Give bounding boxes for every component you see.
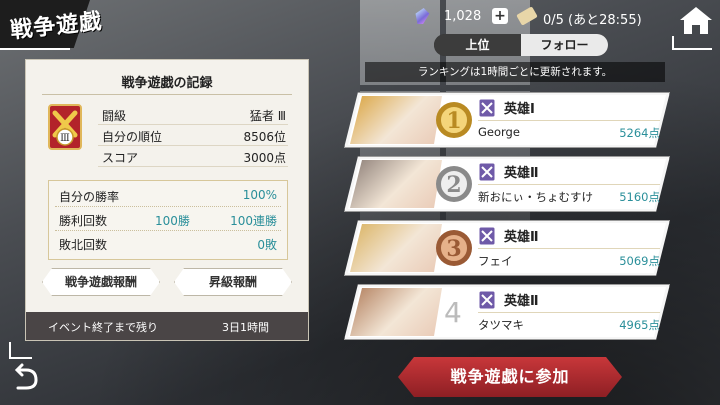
svg-text:3: 3 (446, 236, 461, 262)
score-label: スコア (102, 151, 139, 165)
player-portrait (350, 224, 442, 272)
player-name: George (478, 125, 520, 139)
class-label: 英雄Ⅱ (504, 230, 539, 245)
ranking-card[interactable]: 4 英雄Ⅱ タツマキ 4965点 (344, 284, 670, 340)
home-icon (680, 7, 712, 34)
crystal-count: 1,028 (444, 9, 482, 24)
rank-number: 4 (444, 296, 462, 329)
ranking-card[interactable]: 1 英雄Ⅰ George 5264点 (344, 92, 670, 148)
rank-medal-icon: 1 (436, 102, 472, 138)
win-rate-row: 自分の勝率 100% (55, 184, 281, 207)
ranking-card[interactable]: 3 英雄Ⅱ フェイ 5069点 (344, 220, 670, 276)
losses-value: 0敗 (257, 238, 277, 252)
class-value: 猛者 Ⅲ (249, 109, 286, 123)
wins-row: 勝利回数 100勝 100連勝 (55, 208, 281, 231)
my-rank-row: 自分の順位 8506位 (98, 127, 288, 146)
win-rate-label: 自分の勝率 (59, 190, 120, 204)
event-timer-label: イベント終了まで残り (48, 321, 158, 334)
ranking-notice: ランキングは1時間ごとに更新されます。 (365, 62, 665, 82)
title-underline (0, 48, 70, 50)
svg-text:Ⅲ: Ⅲ (60, 133, 70, 144)
player-portrait (350, 160, 442, 208)
player-score: 4965点 (619, 318, 660, 332)
class-icon (478, 290, 496, 310)
player-name: 新おにぃ・ちょむすけ (478, 190, 593, 204)
class-icon (478, 98, 496, 118)
join-war-game-button[interactable]: 戦争遊戯に参加 (398, 357, 622, 397)
add-crystal-button[interactable]: + (492, 8, 508, 24)
stats-box: 自分の勝率 100% 勝利回数 100勝 100連勝 敗北回数 0敗 (48, 180, 288, 260)
class-icon (478, 226, 496, 246)
divider (42, 94, 292, 95)
tab-follow[interactable]: フォロー (521, 34, 608, 56)
tab-top[interactable]: 上位 (434, 34, 521, 56)
class-label: 英雄Ⅱ (504, 294, 539, 309)
divider (478, 184, 660, 185)
record-panel: 戦争遊戯の記録 Ⅲ 闘級 猛者 Ⅲ 自分の順位 8506位 スコア 3000点 … (26, 60, 308, 340)
my-rank-value: 8506位 (243, 130, 286, 144)
wins-value: 100勝 (155, 214, 190, 228)
win-streak-value: 100連勝 (230, 214, 277, 228)
rank-medal-icon: 3 (436, 230, 472, 266)
player-portrait (350, 288, 442, 336)
home-button[interactable] (676, 4, 716, 38)
war-game-reward-button[interactable]: 戦争遊戯報酬 (42, 268, 160, 296)
divider (478, 312, 660, 313)
class-label: 闘級 (102, 109, 127, 123)
class-icon (478, 162, 496, 182)
my-rank-label: 自分の順位 (102, 130, 163, 144)
score-row: スコア 3000点 (98, 148, 288, 167)
class-label: 英雄Ⅰ (504, 102, 535, 117)
class-label: 英雄Ⅱ (504, 166, 539, 181)
score-value: 3000点 (243, 151, 286, 165)
event-timer-value: 3日1時間 (222, 321, 269, 334)
rank-medal-icon: 2 (436, 166, 472, 202)
back-button[interactable] (6, 340, 50, 400)
promotion-reward-button[interactable]: 昇級報酬 (174, 268, 292, 296)
ranking-card[interactable]: 2 英雄Ⅱ 新おにぃ・ちょむすけ 5160点 (344, 156, 670, 212)
wins-label: 勝利回数 (59, 214, 108, 228)
player-score: 5069点 (619, 254, 660, 268)
svg-text:2: 2 (446, 172, 461, 198)
player-score: 5160点 (619, 190, 660, 204)
player-name: タツマキ (478, 318, 524, 332)
corner-deco (672, 48, 712, 50)
event-timer-bar: イベント終了まで残り 3日1時間 (26, 312, 308, 340)
rank-badge-icon: Ⅲ (48, 104, 82, 150)
losses-label: 敗北回数 (59, 238, 108, 252)
ticket-count: 0/5 (あと28:55) (543, 13, 642, 28)
class-row: 闘級 猛者 Ⅲ (98, 106, 288, 125)
losses-row: 敗北回数 0敗 (55, 232, 281, 254)
divider (478, 120, 660, 121)
divider (478, 248, 660, 249)
player-name: フェイ (478, 254, 513, 268)
player-portrait (350, 96, 442, 144)
player-score: 5264点 (619, 126, 660, 140)
win-rate-value: 100% (242, 188, 277, 202)
back-arrow-icon (9, 342, 38, 390)
record-title: 戦争遊戯の記録 (121, 76, 213, 91)
ranking-tabs: 上位 フォロー (434, 34, 608, 56)
svg-text:1: 1 (446, 108, 461, 134)
